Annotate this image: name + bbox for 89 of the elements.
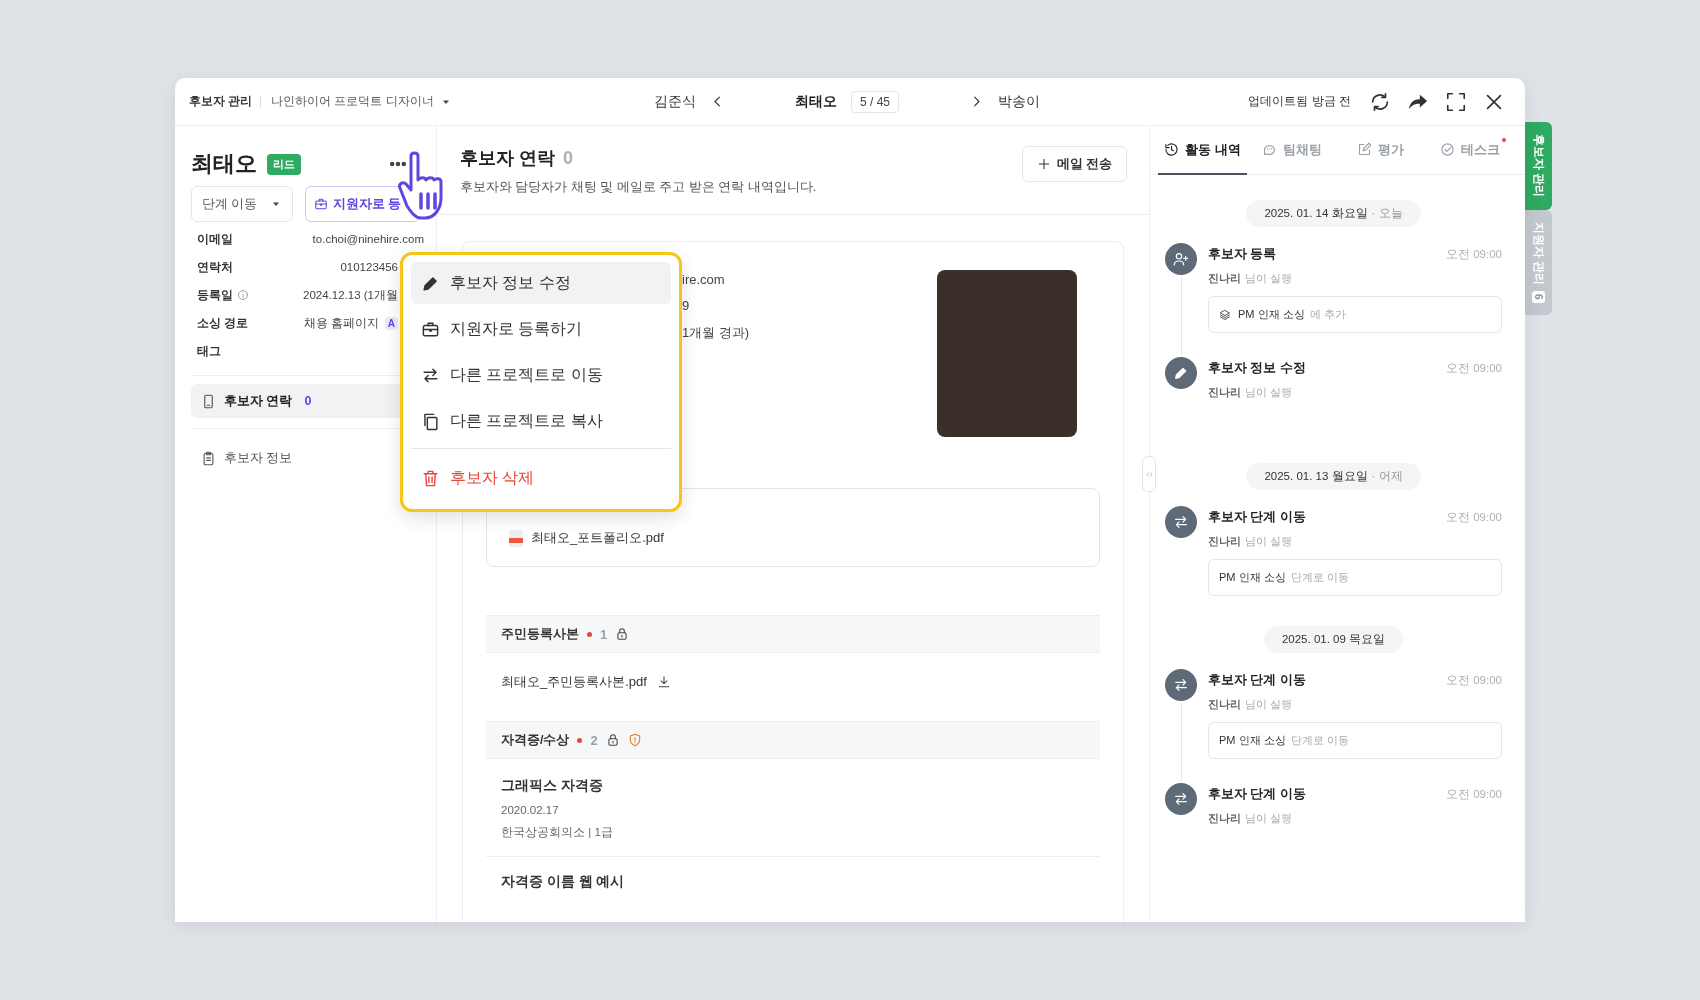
actor-name: 진나리 xyxy=(1208,385,1241,400)
date-pill: 2025. 01. 14 화요일 · 오늘 xyxy=(1246,200,1421,227)
chevrons-icon xyxy=(1144,469,1154,479)
file-link[interactable]: 최태오_주민등록사본.pdf xyxy=(501,673,647,691)
next-candidate-link[interactable]: 박송이 xyxy=(998,92,1040,111)
download-icon[interactable] xyxy=(656,675,671,689)
actor-name: 진나리 xyxy=(1208,811,1241,826)
certificate-issuer: 한국상공회의소 | 1급 xyxy=(501,825,614,840)
actor-action: 님이 실행 xyxy=(1245,385,1293,400)
activity-detail: PM 인재 소싱 단계로 이동 xyxy=(1208,559,1502,596)
activity-title: 후보자 단계 이동 xyxy=(1208,786,1306,803)
briefcase-icon xyxy=(421,319,440,339)
certificate-name: 그래픽스 자격증 xyxy=(501,777,604,795)
file-link[interactable]: 최태오_포트폴리오.pdf xyxy=(531,529,664,547)
panel-resize-handle[interactable] xyxy=(1142,456,1156,492)
check-circle-icon xyxy=(1439,142,1455,157)
candidate-name: 최태오 xyxy=(191,150,257,178)
activity-title: 후보자 정보 수정 xyxy=(1208,360,1306,377)
plus-icon xyxy=(1036,157,1051,171)
field-label: 태그 xyxy=(197,343,221,359)
tag-chip: A xyxy=(384,316,398,330)
prev-candidate-link[interactable]: 김준식 xyxy=(654,92,696,111)
field-value: to.choi@ninehire.com xyxy=(312,233,424,245)
field-label: 등록일 xyxy=(197,287,233,303)
clipboard-icon xyxy=(201,450,216,466)
current-candidate: 최태오 xyxy=(795,92,837,111)
chat-bubble-icon xyxy=(1261,142,1277,157)
section-header: 자격증/수상 2 xyxy=(486,721,1100,759)
actor-name: 진나리 xyxy=(1208,271,1241,286)
send-mail-button[interactable]: 메일 전송 xyxy=(1021,146,1127,182)
activity-detail: PM 인재 소싱 에 추가 xyxy=(1208,296,1502,333)
actor-name: 진나리 xyxy=(1208,697,1241,712)
briefcase-icon xyxy=(313,197,328,211)
edit-icon xyxy=(1357,142,1372,157)
date-pill: 2025. 01. 09 목요일 xyxy=(1263,626,1404,653)
actor-action: 님이 실행 xyxy=(1245,534,1293,549)
updated-status: 업데이트됨 방금 전 xyxy=(1248,93,1351,110)
field-value: 채용 홈페이지 xyxy=(303,315,379,331)
field-value: 010123456 xyxy=(340,261,398,273)
section-header: 주민등록사본 1 xyxy=(486,615,1100,653)
item-count: 1 xyxy=(600,626,608,642)
section-title: 후보자 연락 xyxy=(460,147,555,170)
profile-text: 1개월 경과) xyxy=(682,324,750,342)
project-dropdown[interactable]: 나인하이어 프로덕트 디자이너 xyxy=(269,92,454,111)
activity-time: 오전 09:00 xyxy=(1446,787,1502,802)
swap-arrows-icon xyxy=(1173,677,1189,693)
certificate-date: 2020.02.17 xyxy=(501,804,560,816)
certificate-name: 자격증 이름 웹 예시 xyxy=(501,873,626,891)
activity-time: 오전 09:00 xyxy=(1446,510,1502,525)
fullscreen-icon[interactable] xyxy=(1445,90,1467,113)
actor-action: 님이 실행 xyxy=(1245,697,1293,712)
field-label: 소싱 경로 xyxy=(197,315,249,331)
activity-time: 오전 09:00 xyxy=(1446,247,1502,262)
breadcrumb[interactable]: 후보자 관리 xyxy=(189,94,253,109)
user-plus-icon xyxy=(1173,251,1189,267)
actor-action: 님이 실행 xyxy=(1245,811,1293,826)
swap-arrows-icon xyxy=(1173,514,1189,530)
history-icon xyxy=(1164,142,1180,157)
activity-title: 후보자 단계 이동 xyxy=(1208,509,1306,526)
copy-icon xyxy=(421,411,440,431)
layers-icon xyxy=(1219,308,1231,321)
activity-title: 후보자 등록 xyxy=(1208,246,1277,263)
refresh-icon[interactable] xyxy=(1369,90,1391,113)
section-description: 후보자와 담당자가 채팅 및 메일로 주고 받은 연락 내역입니다. xyxy=(460,179,817,196)
activity-time: 오전 09:00 xyxy=(1446,673,1502,688)
phone-icon xyxy=(201,393,216,409)
menu-item[interactable]: 후보자 정보 수정 xyxy=(411,262,671,304)
stage-select[interactable]: 단계 이동 xyxy=(191,186,293,222)
date-pill: 2025. 01. 13 월요일 · 어제 xyxy=(1246,463,1421,490)
profile-text: 9 xyxy=(682,298,691,313)
profile-text: ire.com xyxy=(682,272,726,287)
position-counter: 5 / 45 xyxy=(851,90,899,113)
activity-title: 후보자 단계 이동 xyxy=(1208,672,1306,689)
swap-arrows-icon xyxy=(1173,791,1189,807)
field-label: 연락처 xyxy=(197,259,233,275)
activity-detail: PM 인재 소싱 단계로 이동 xyxy=(1208,722,1502,759)
menu-item[interactable]: 지원자로 등록하기 xyxy=(411,308,671,350)
field-label: 이메일 xyxy=(197,231,233,247)
pencil-icon xyxy=(1173,365,1189,381)
stage-badge: 리드 xyxy=(267,153,301,175)
activity-time: 오전 09:00 xyxy=(1446,361,1502,376)
actor-action: 님이 실행 xyxy=(1245,271,1293,286)
contact-count: 0 xyxy=(563,148,574,169)
actor-name: 진나리 xyxy=(1208,534,1241,549)
item-count: 2 xyxy=(590,732,598,748)
trash-icon xyxy=(421,468,440,488)
field-value: 2024.12.13 (1개월 xyxy=(303,287,398,303)
pdf-file-icon xyxy=(509,529,523,547)
tab[interactable]: 활동 내역 xyxy=(1158,126,1247,175)
